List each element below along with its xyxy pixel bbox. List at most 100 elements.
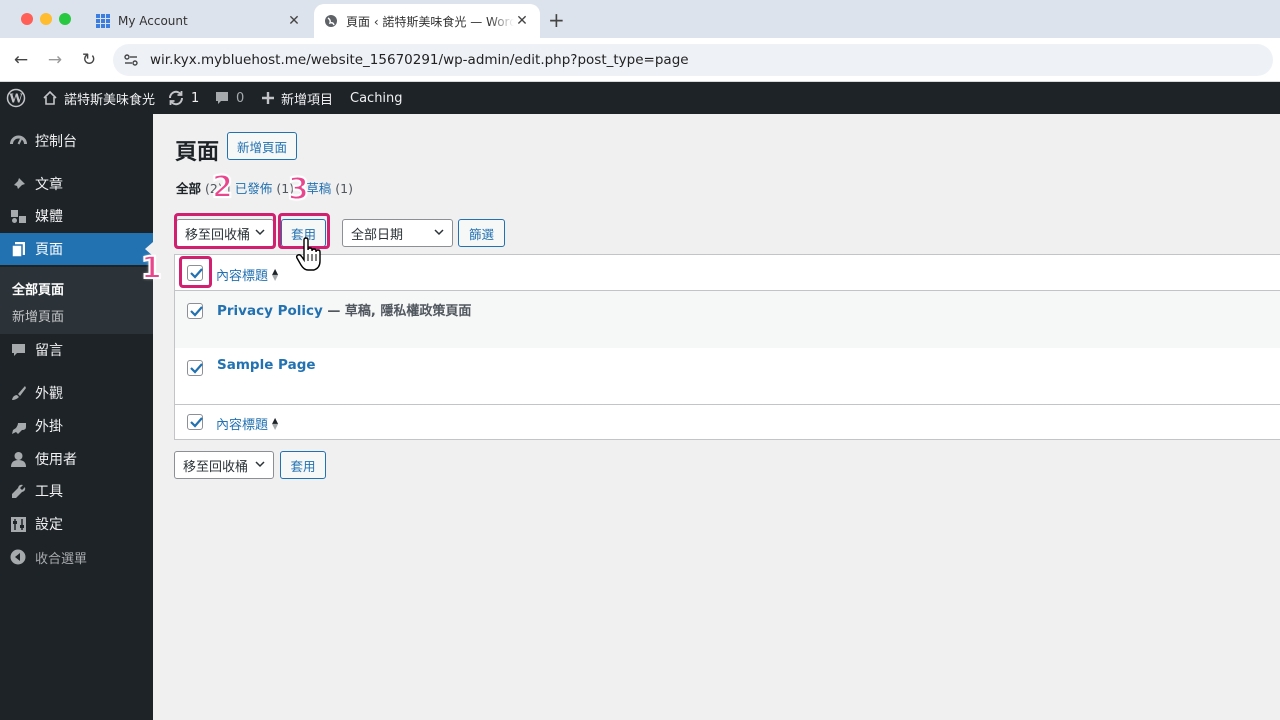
row-title: Sample Page: [217, 357, 316, 373]
wrench-icon: [9, 482, 27, 500]
user-icon: [9, 450, 27, 468]
annotation-box-step1: [179, 256, 212, 288]
globe-icon: [325, 15, 337, 27]
annotation-number-3: 3: [287, 171, 310, 208]
media-icon: [9, 207, 27, 225]
row-title: Privacy Policy — 草稿, 隱私權政策頁面: [217, 300, 471, 319]
back-arrow-icon[interactable]: ←: [11, 50, 31, 70]
wp-admin-bar: W 諾特斯美味食光 1 0 新增項目 Caching: [0, 82, 1280, 114]
sort-icon: ▲ ▼: [272, 266, 279, 282]
plugin-icon: [9, 417, 27, 435]
brush-icon: [9, 384, 27, 402]
row-checkbox[interactable]: [187, 303, 203, 319]
sidebar-item-label: 外觀: [35, 386, 63, 402]
sidebar-item-users[interactable]: 使用者: [0, 443, 153, 475]
forward-arrow-icon[interactable]: →: [45, 50, 65, 70]
table-footer: 內容標題 ▲ ▼: [175, 404, 1280, 439]
collapse-menu-button[interactable]: 收合選單: [0, 541, 153, 573]
view-filters: 全部 (2) | 已發佈 (1) | 草稿 (1): [176, 181, 353, 196]
date-filter-select[interactable]: 全部日期: [342, 219, 453, 247]
hand-cursor-icon: [295, 237, 321, 271]
view-all[interactable]: 全部: [176, 181, 201, 196]
reload-icon[interactable]: ↻: [79, 50, 99, 70]
view-drafts[interactable]: 草稿: [306, 181, 331, 196]
select-all-checkbox-footer[interactable]: [187, 414, 203, 430]
add-new-page-button[interactable]: 新增頁面: [227, 132, 297, 160]
sidebar-item-label: 工具: [35, 484, 63, 500]
sidebar-item-plugins[interactable]: 外掛: [0, 410, 153, 442]
apply-button-bottom[interactable]: 套用: [280, 451, 326, 479]
site-name-label: 諾特斯美味食光: [64, 92, 156, 108]
row-title-link[interactable]: Privacy Policy: [217, 303, 323, 319]
sidebar-item-media[interactable]: 媒體: [0, 200, 153, 232]
adminbar-comments[interactable]: 0: [214, 82, 244, 114]
annotation-number-2: 2: [211, 169, 234, 206]
maximize-window-button[interactable]: [59, 13, 71, 25]
table-row: Sample Page: [175, 348, 1280, 405]
sidebar-item-label: 文章: [35, 177, 63, 193]
url-field[interactable]: wir.kyx.mybluehost.me/website_15670291/w…: [113, 44, 1273, 76]
sidebar-item-pages[interactable]: 頁面: [0, 233, 153, 265]
sidebar-item-label: 頁面: [35, 242, 63, 258]
sidebar-item-posts[interactable]: 文章: [0, 168, 153, 200]
page-title: 頁面: [175, 140, 220, 165]
tab-title: 頁面 ‹ 諾特斯美味食光 — WordPress: [346, 14, 514, 29]
sidebar-item-settings[interactable]: 設定: [0, 508, 153, 540]
table-header: 內容標題 ▲ ▼: [175, 255, 1280, 291]
site-settings-icon[interactable]: [123, 52, 139, 68]
wordpress-logo-icon[interactable]: W: [6, 82, 32, 114]
address-bar: ← → ↻ wir.kyx.mybluehost.me/website_1567…: [0, 38, 1280, 82]
comment-icon: [216, 92, 228, 104]
close-icon[interactable]: ✕: [286, 13, 302, 29]
adminbar-updates[interactable]: 1: [167, 82, 199, 114]
filter-button[interactable]: 篩選: [458, 219, 505, 247]
row-checkbox[interactable]: [187, 360, 203, 376]
tab-title: My Account: [118, 14, 188, 28]
date-filter-value: 全部日期: [351, 227, 404, 243]
submenu-all-pages[interactable]: 全部頁面: [12, 279, 64, 298]
view-published[interactable]: 已發佈: [235, 181, 273, 196]
submenu-add-new-page[interactable]: 新增頁面: [12, 306, 64, 325]
bulk-action-select-bottom[interactable]: 移至回收桶: [174, 451, 274, 479]
row-title-link[interactable]: Sample Page: [217, 357, 316, 373]
annotation-box-step2: [174, 213, 276, 249]
dashboard-icon: [9, 132, 27, 150]
grid-icon: [96, 14, 110, 28]
bulk-action-value: 移至回收桶: [183, 459, 249, 475]
comments-count: 0: [236, 90, 245, 106]
adminbar-site-name[interactable]: 諾特斯美味食光: [42, 82, 155, 114]
browser-tab-bar: My Account ✕ 頁面 ‹ 諾特斯美味食光 — WordPress ✕ …: [0, 0, 1280, 38]
annotation-number-1: 1: [140, 250, 163, 287]
column-title-footer[interactable]: 內容標題 ▲ ▼: [216, 414, 278, 433]
home-icon: [43, 90, 57, 105]
column-title-header[interactable]: 內容標題 ▲ ▼: [216, 265, 278, 284]
close-window-button[interactable]: [21, 13, 33, 25]
view-drafts-count: (1): [335, 181, 353, 196]
sidebar-item-appearance[interactable]: 外觀: [0, 377, 153, 409]
sidebar-item-label: 設定: [35, 517, 63, 533]
pages-submenu: 全部頁面 新增頁面: [0, 267, 153, 334]
new-tab-button[interactable]: +: [548, 8, 565, 32]
updates-count: 1: [191, 90, 200, 106]
tab-my-account[interactable]: My Account ✕: [86, 4, 312, 38]
updates-icon: [168, 90, 184, 106]
page-icon: [9, 240, 27, 258]
sidebar-item-label: 外掛: [35, 419, 63, 435]
close-icon[interactable]: ✕: [514, 13, 530, 29]
sidebar-item-dashboard[interactable]: 控制台: [0, 125, 153, 157]
admin-sidebar: 控制台 文章 媒體 頁面 全部頁面 新增頁面 留言 外觀 外掛 使用者 工具 設…: [0, 114, 153, 720]
plus-icon: [262, 92, 274, 104]
sidebar-item-comments[interactable]: 留言: [0, 334, 153, 366]
adminbar-new-content[interactable]: 新增項目: [261, 82, 333, 114]
sidebar-item-tools[interactable]: 工具: [0, 475, 153, 507]
minimize-window-button[interactable]: [40, 13, 52, 25]
comment-icon: [9, 341, 27, 359]
post-state: — 草稿, 隱私權政策頁面: [322, 304, 472, 319]
adminbar-caching[interactable]: Caching: [350, 82, 403, 114]
collapse-arrow-icon: [9, 548, 27, 566]
tab-pages[interactable]: 頁面 ‹ 諾特斯美味食光 — WordPress ✕: [314, 4, 540, 38]
collapse-menu-label: 收合選單: [35, 551, 88, 567]
pages-table: 內容標題 ▲ ▼ Privacy Policy — 草稿, 隱私權政策頁面 Sam…: [174, 254, 1280, 440]
sidebar-item-label: 留言: [35, 343, 63, 359]
table-row: Privacy Policy — 草稿, 隱私權政策頁面: [175, 291, 1280, 348]
